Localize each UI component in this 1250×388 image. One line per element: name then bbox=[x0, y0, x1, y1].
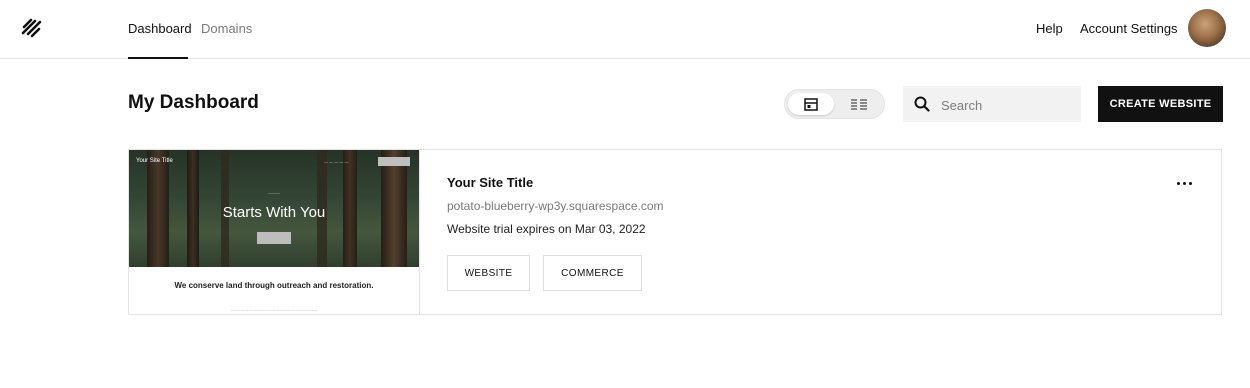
commerce-button[interactable]: COMMERCE bbox=[543, 255, 642, 291]
thumbnail-body-text: — — — — — — — — — — — — — — — — — — — — … bbox=[230, 308, 318, 312]
tab-domains[interactable]: Domains bbox=[201, 21, 252, 36]
search-input[interactable] bbox=[939, 94, 1077, 116]
create-website-button[interactable]: CREATE WEBSITE bbox=[1098, 86, 1223, 122]
help-link[interactable]: Help bbox=[1036, 21, 1063, 36]
grid-view-button[interactable] bbox=[788, 93, 834, 115]
thumbnail-cta-button bbox=[257, 232, 291, 244]
thumbnail-headline: Starts With You bbox=[222, 204, 326, 221]
top-navigation-bar: Dashboard Domains Help Account Settings bbox=[0, 0, 1250, 59]
active-tab-indicator bbox=[128, 57, 188, 59]
website-button[interactable]: WEBSITE bbox=[447, 255, 530, 291]
thumbnail-hero-image: Your Site Title — — — — — ——— Starts Wit… bbox=[129, 150, 419, 267]
more-horizontal-icon bbox=[1176, 181, 1180, 185]
thumbnail-nav-links: — — — — — bbox=[324, 159, 349, 164]
list-view-icon bbox=[851, 98, 867, 110]
thumbnail-eyebrow: ——— bbox=[268, 190, 280, 195]
site-domain[interactable]: potato-blueberry-wp3y.squarespace.com bbox=[447, 199, 664, 213]
more-dot bbox=[1188, 181, 1192, 185]
view-toggle bbox=[784, 89, 885, 119]
thumbnail-site-title: Your Site Title bbox=[136, 158, 173, 164]
squarespace-logo-icon[interactable] bbox=[18, 14, 46, 42]
account-settings-link[interactable]: Account Settings bbox=[1080, 21, 1178, 36]
thumbnail-heading: We conserve land through outreach and re… bbox=[174, 281, 374, 290]
site-title[interactable]: Your Site Title bbox=[447, 175, 533, 190]
list-view-button[interactable] bbox=[836, 93, 882, 115]
site-card: Your Site Title — — — — — ——— Starts Wit… bbox=[128, 149, 1222, 315]
more-dot bbox=[1182, 181, 1186, 185]
site-thumbnail[interactable]: Your Site Title — — — — — ——— Starts Wit… bbox=[129, 150, 420, 314]
search-box bbox=[903, 86, 1081, 122]
trial-expiry-text: Website trial expires on Mar 03, 2022 bbox=[447, 222, 646, 236]
thumbnail-nav-button bbox=[378, 157, 410, 166]
tab-dashboard[interactable]: Dashboard bbox=[128, 21, 192, 36]
search-icon bbox=[914, 96, 930, 112]
avatar[interactable] bbox=[1188, 9, 1226, 47]
grid-view-icon bbox=[804, 97, 818, 111]
page-title: My Dashboard bbox=[128, 92, 259, 113]
more-options-button[interactable] bbox=[1169, 174, 1199, 192]
